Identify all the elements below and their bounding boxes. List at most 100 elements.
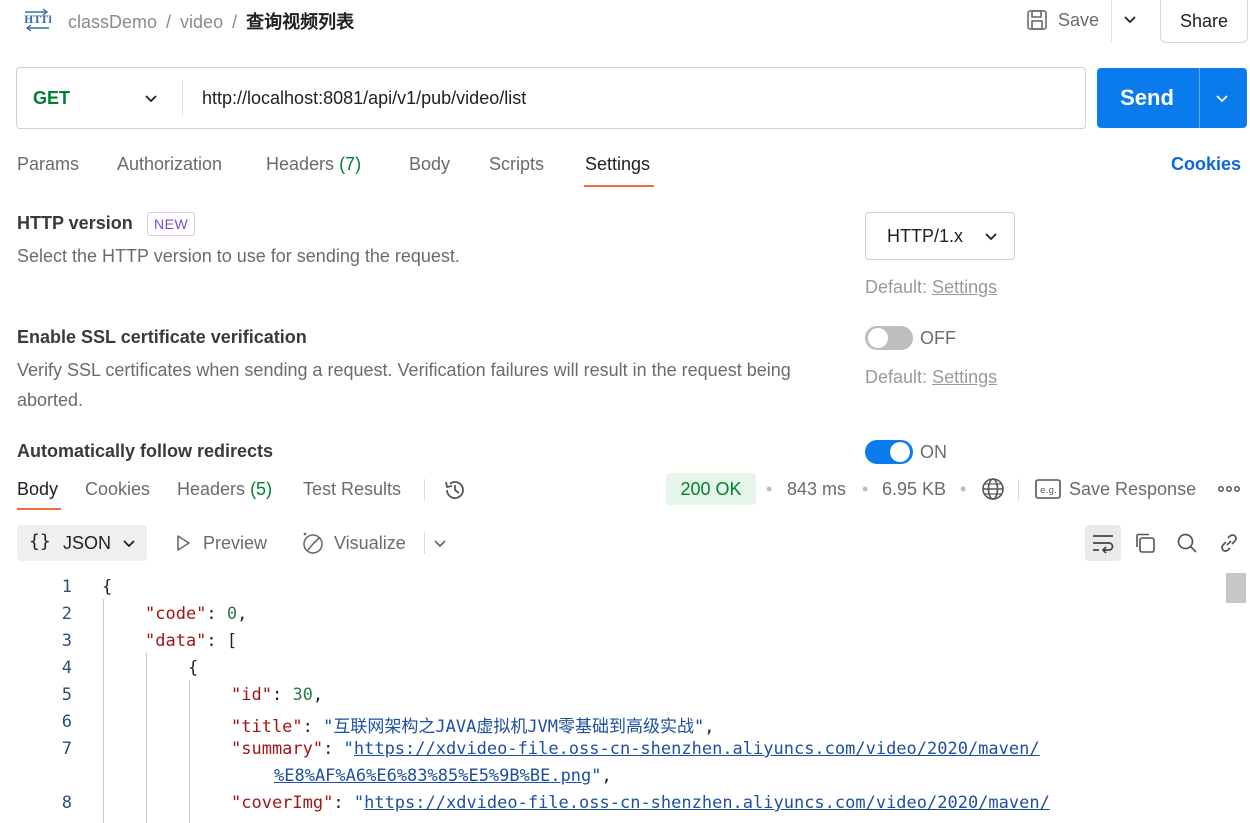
active-tab-indicator xyxy=(17,508,61,510)
http-version-default: Default: Settings xyxy=(865,277,997,298)
breadcrumb-separator: / xyxy=(166,12,172,32)
response-tab-cookies[interactable]: Cookies xyxy=(85,479,150,500)
json-url[interactable]: https://xdvideo-file.oss-cn-shenzhen.ali… xyxy=(364,793,1050,813)
tab-headers-label: Headers xyxy=(266,154,335,174)
chevron-down-icon[interactable] xyxy=(1213,89,1231,107)
save-button[interactable]: Save xyxy=(1026,6,1099,34)
divider xyxy=(424,532,425,554)
scrollbar-thumb[interactable] xyxy=(1226,573,1246,603)
json-key: "summary" xyxy=(231,739,324,759)
example-icon: e.g. xyxy=(1035,479,1061,499)
chevron-down-icon[interactable] xyxy=(431,534,449,552)
globe-icon[interactable] xyxy=(980,476,1006,502)
line-number: 3 xyxy=(61,631,72,651)
line-number: 7 xyxy=(61,739,72,759)
chevron-down-icon[interactable] xyxy=(142,89,160,107)
response-time[interactable]: 843 ms xyxy=(787,479,846,500)
link-icon[interactable] xyxy=(1217,531,1241,555)
json-string-quote: " xyxy=(353,793,365,813)
code-line: { xyxy=(188,658,199,678)
ssl-default: Default: Settings xyxy=(865,367,997,388)
tab-scripts[interactable]: Scripts xyxy=(489,154,544,175)
code-line: "summary": "https://xdvideo-file.oss-cn-… xyxy=(231,739,1040,759)
history-icon[interactable] xyxy=(442,477,468,503)
line-number: 1 xyxy=(61,577,72,597)
response-size[interactable]: 6.95 KB xyxy=(882,479,946,500)
new-badge: NEW xyxy=(147,212,196,236)
tab-headers[interactable]: Headers (7) xyxy=(266,154,361,175)
redirects-toggle-state: ON xyxy=(920,442,947,462)
divider xyxy=(1199,68,1200,128)
toggle-knob xyxy=(890,442,910,462)
tab-params[interactable]: Params xyxy=(17,154,79,175)
share-button[interactable]: Share xyxy=(1160,0,1248,43)
wrap-lines-button[interactable] xyxy=(1085,525,1121,561)
meta-dot: • xyxy=(960,479,967,499)
format-label: JSON xyxy=(63,533,112,553)
tab-body[interactable]: Body xyxy=(409,154,450,175)
http-version-title: HTTP version xyxy=(17,213,133,233)
save-label: Save xyxy=(1058,9,1100,30)
http-version-value: HTTP/1.x xyxy=(887,225,964,246)
save-response-button[interactable]: Save Response xyxy=(1069,479,1196,500)
default-settings-link[interactable]: Settings xyxy=(932,277,997,297)
json-string-quote: " xyxy=(591,766,602,786)
json-key: "id" xyxy=(231,685,272,705)
format-select[interactable]: {} JSON xyxy=(17,525,147,561)
ssl-toggle[interactable] xyxy=(865,326,913,350)
json-key: "title" xyxy=(231,717,303,737)
default-label: Default: xyxy=(865,367,928,387)
save-icon xyxy=(1027,10,1047,30)
line-number: 4 xyxy=(61,658,72,678)
json-url[interactable]: %E8%AF%A6%E6%83%85%E5%9B%BE.png xyxy=(274,766,591,786)
tab-authorization[interactable]: Authorization xyxy=(117,154,222,175)
line-number: 8 xyxy=(61,793,72,813)
divider xyxy=(182,80,183,116)
code-line: "code": 0, xyxy=(145,604,248,624)
line-number: 6 xyxy=(61,712,72,732)
chevron-down-icon xyxy=(985,233,997,241)
method-select[interactable]: GET xyxy=(33,68,70,128)
response-tab-body[interactable]: Body xyxy=(17,479,58,500)
search-icon[interactable] xyxy=(1175,531,1199,555)
breadcrumb-collection[interactable]: classDemo xyxy=(68,12,157,32)
json-bracket: [ xyxy=(226,631,238,651)
response-tab-test-results[interactable]: Test Results xyxy=(303,479,401,500)
copy-icon[interactable] xyxy=(1133,531,1157,555)
meta-dot: • xyxy=(862,479,869,499)
breadcrumb: classDemo / video / 查询视频列表 xyxy=(68,8,354,34)
play-icon xyxy=(177,535,190,551)
preview-button[interactable]: Preview xyxy=(203,533,267,554)
json-string-quote: " xyxy=(343,739,354,759)
chevron-down-icon[interactable] xyxy=(1121,10,1139,28)
breadcrumb-folder[interactable]: video xyxy=(180,12,223,32)
redirects-toggle[interactable] xyxy=(865,440,913,464)
svg-text:e.g.: e.g. xyxy=(1040,486,1057,496)
json-url[interactable]: https://xdvideo-file.oss-cn-shenzhen.ali… xyxy=(354,739,1040,759)
tab-settings[interactable]: Settings xyxy=(585,154,650,175)
meta-dot: • xyxy=(766,479,773,499)
svg-text:HTTP: HTTP xyxy=(24,15,51,26)
ssl-description: Verify SSL certificates when sending a r… xyxy=(17,360,791,410)
json-string: "互联网架构之JAVA虚拟机JVM零基础到高级实战" xyxy=(323,717,705,737)
default-settings-link[interactable]: Settings xyxy=(932,367,997,387)
response-tab-headers-label: Headers xyxy=(177,479,246,499)
code-line: "title": "互联网架构之JAVA虚拟机JVM零基础到高级实战", xyxy=(231,717,715,737)
response-body-editor[interactable]: 1 { 2 "code": 0, 3 "data": [ 4 { 5 "id":… xyxy=(0,573,1222,823)
json-number: 0 xyxy=(226,604,238,624)
request-name[interactable]: 查询视频列表 xyxy=(246,12,354,32)
url-input[interactable] xyxy=(202,82,1072,114)
divider xyxy=(1111,0,1112,42)
top-bar: HTTP classDemo / video / 查询视频列表 Save Share xyxy=(0,0,1250,44)
status-badge[interactable]: 200 OK xyxy=(666,473,756,505)
send-button[interactable]: Send xyxy=(1097,68,1247,128)
cookies-link[interactable]: Cookies xyxy=(1171,154,1241,175)
visualize-button[interactable]: Visualize xyxy=(334,533,406,554)
json-key: "code" xyxy=(145,604,207,624)
ssl-toggle-state: OFF xyxy=(920,328,956,348)
http-version-select[interactable]: HTTP/1.x xyxy=(865,212,1015,260)
more-options-icon[interactable] xyxy=(1217,479,1241,499)
braces-icon: {} xyxy=(29,531,51,552)
response-tab-headers[interactable]: Headers (5) xyxy=(177,479,272,500)
code-line: "coverImg": "https://xdvideo-file.oss-cn… xyxy=(231,793,1050,813)
